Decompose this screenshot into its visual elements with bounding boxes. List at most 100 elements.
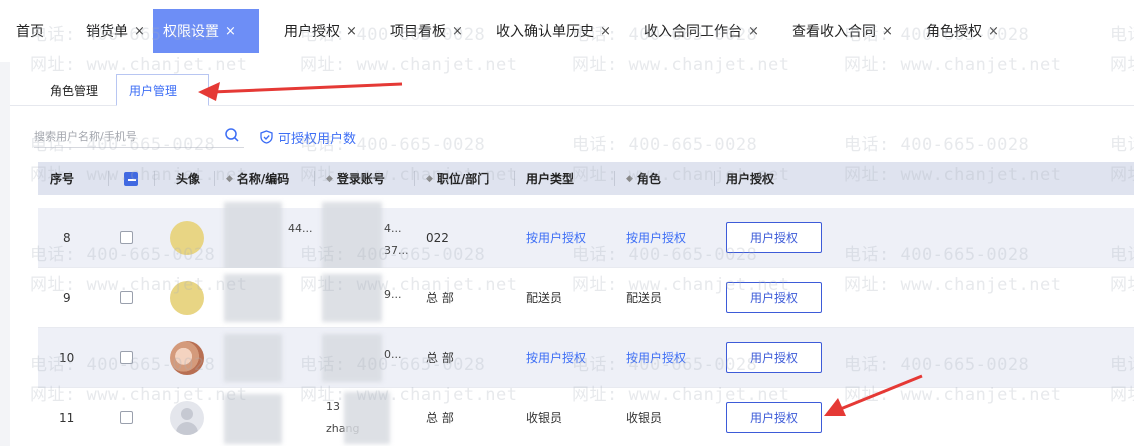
close-icon[interactable]: ×: [346, 24, 357, 39]
role-cell[interactable]: 按用户授权: [614, 328, 714, 387]
tab-role-auth[interactable]: 角色授权 ×: [916, 9, 1009, 53]
tab-view-revenue-contract[interactable]: 查看收入合同 ×: [782, 9, 903, 53]
tab-permission-settings[interactable]: 权限设置 ×: [153, 9, 259, 53]
row-checkbox-cell: [108, 328, 154, 387]
close-icon[interactable]: ×: [748, 24, 759, 39]
row-index: 10: [59, 350, 75, 365]
login-account-cell: 13 zhang: [314, 388, 414, 446]
redaction-blur: [224, 394, 282, 444]
close-icon[interactable]: ×: [600, 24, 611, 39]
user-type-cell: 配送员: [526, 291, 563, 305]
tab-revenue-history[interactable]: 收入确认单历史 ×: [486, 9, 621, 53]
avatar-cell: [154, 328, 214, 387]
header-position-dept[interactable]: ◆ 职位/部门: [414, 162, 514, 195]
avatar: [170, 340, 204, 375]
account-partial: 13: [326, 400, 340, 413]
row-checkbox-cell: [108, 268, 154, 327]
row-index: 8: [63, 230, 71, 245]
tab-label: 权限设置: [163, 24, 219, 40]
tab-sales-order[interactable]: 销货单 ×: [76, 9, 155, 53]
name-code-cell: 44...: [214, 202, 314, 272]
row-checkbox-cell: [108, 208, 154, 267]
row-checkbox[interactable]: [120, 351, 133, 364]
close-icon[interactable]: ×: [988, 24, 999, 39]
tab-label: 用户授权: [284, 24, 340, 40]
row-checkbox[interactable]: [120, 291, 133, 304]
action-cell: 用户授权: [714, 388, 834, 446]
top-tab-bar: 首页 销货单 × 权限设置 × 用户授权 × 项目看板 × 收入确认单历史 × …: [0, 0, 1134, 62]
user-type-cell[interactable]: 按用户授权: [514, 208, 614, 267]
account-partial: 9...: [384, 288, 402, 301]
subtab-role-management[interactable]: 角色管理: [38, 74, 110, 106]
redaction-blur: [322, 274, 382, 322]
user-auth-button[interactable]: 用户授权: [726, 282, 822, 313]
annotation-arrow: [824, 374, 923, 416]
dept-cell: 总 部: [426, 351, 454, 365]
search-input[interactable]: [34, 126, 214, 146]
name-code-cell: [214, 328, 314, 387]
table-row: 10 0... 总 部 按用户授权 按用户授权 用户授权: [38, 328, 1134, 388]
avatar-cell: [154, 208, 214, 267]
user-auth-button[interactable]: 用户授权: [726, 342, 822, 373]
row-index: 9: [63, 290, 71, 305]
select-all-checkbox[interactable]: [124, 171, 138, 186]
user-auth-button[interactable]: 用户授权: [726, 402, 822, 433]
table-row: 11 13 zhang 总 部 收银员 收银员 用户授权: [38, 388, 1134, 446]
search-box: [34, 126, 244, 148]
header-login-account[interactable]: ◆ 登录账号: [314, 162, 414, 195]
user-type-cell: 收银员: [526, 411, 563, 425]
tab-user-auth[interactable]: 用户授权 ×: [274, 9, 367, 53]
subtab-label: 用户管理: [129, 83, 178, 98]
tab-home[interactable]: 首页: [6, 9, 54, 53]
action-cell: 用户授权: [714, 328, 834, 387]
annotation-arrow: [198, 82, 403, 101]
tab-label: 首页: [16, 24, 44, 40]
tab-label: 销货单: [86, 24, 128, 40]
role-cell[interactable]: 按用户授权: [614, 208, 714, 267]
user-type-cell[interactable]: 按用户授权: [514, 328, 614, 387]
sort-icon[interactable]: ◆: [426, 174, 433, 184]
header-role[interactable]: ◆ 角色: [614, 162, 714, 195]
action-cell: 用户授权: [714, 268, 834, 327]
redaction-blur: [224, 334, 282, 382]
dept-cell: 总 部: [426, 411, 454, 425]
tab-label: 项目看板: [390, 24, 446, 40]
row-checkbox[interactable]: [120, 231, 133, 244]
close-icon[interactable]: ×: [134, 24, 145, 39]
close-icon[interactable]: ×: [452, 24, 463, 39]
table-row: 9 9... 总 部 配送员 配送员 用户授权: [38, 268, 1134, 328]
name-partial: 44...: [288, 222, 313, 235]
sort-icon[interactable]: ◆: [226, 174, 233, 184]
header-index: 序号: [50, 172, 75, 186]
default-avatar-icon: [170, 400, 204, 435]
close-icon[interactable]: ×: [225, 24, 236, 39]
close-icon[interactable]: ×: [882, 24, 893, 39]
avatar: [170, 220, 204, 255]
header-name-code[interactable]: ◆ 名称/编码: [214, 162, 314, 195]
row-checkbox[interactable]: [120, 411, 133, 424]
redaction-blur: [224, 274, 282, 322]
user-auth-button[interactable]: 用户授权: [726, 222, 822, 253]
authorizable-user-count-link[interactable]: 可授权用户数: [260, 126, 356, 148]
tab-project-board[interactable]: 项目看板 ×: [380, 9, 473, 53]
redaction-blur: [224, 202, 282, 272]
auth-count-label: 可授权用户数: [278, 131, 357, 147]
name-code-cell: [214, 268, 314, 327]
login-account-cell: 4... 37...: [314, 202, 414, 272]
role-cell: 收银员: [626, 411, 663, 425]
action-cell: 用户授权: [714, 208, 834, 267]
subtab-label: 角色管理: [50, 83, 99, 98]
search-icon[interactable]: [224, 127, 240, 143]
avatar: [170, 280, 204, 315]
name-code-cell: [214, 388, 314, 446]
row-index: 11: [59, 410, 75, 425]
redaction-blur: [344, 392, 390, 444]
dept-cell: 总 部: [426, 291, 454, 305]
avatar-cell: [154, 388, 214, 446]
account-partial: 4...: [384, 222, 402, 235]
tab-label: 收入合同工作台: [644, 24, 742, 40]
tab-label: 收入确认单历史: [496, 24, 594, 40]
sort-icon[interactable]: ◆: [326, 174, 333, 184]
tab-revenue-contract-workbench[interactable]: 收入合同工作台 ×: [634, 9, 769, 53]
sort-icon[interactable]: ◆: [626, 174, 633, 184]
